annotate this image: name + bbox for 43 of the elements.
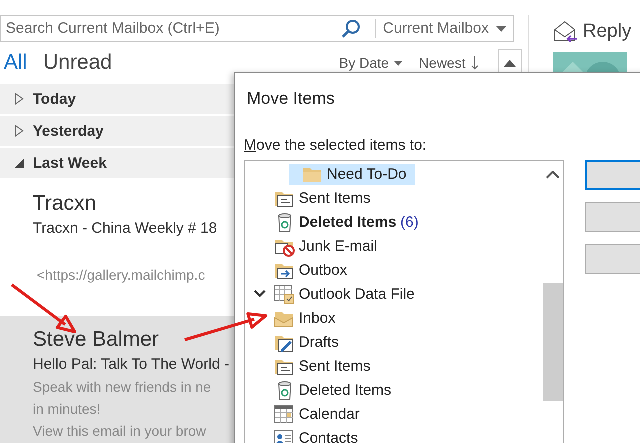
caret-down-icon[interactable] [394, 60, 404, 66]
folder-tree[interactable]: Need To-Do Sent Items Deleted Items (6) Junk E-mail Outbox Outlook Data File Inbox Drafts Sent Items Deleted Items Calendar Contacts [244, 160, 564, 443]
filter-tab[interactable]: All [4, 51, 28, 75]
folder-item[interactable]: Sent Items [261, 188, 379, 208]
folder-item[interactable]: Sent Items [261, 356, 379, 376]
folder-item[interactable]: Need To-Do [289, 164, 415, 184]
collapsed-triangle-icon[interactable] [14, 93, 25, 105]
search-icon[interactable] [341, 18, 362, 38]
filter-tab[interactable]: Unread [43, 51, 112, 75]
dialog-title: Move Items [246, 88, 336, 110]
message-preview: <https://gallery.mailchimp.c [36, 266, 206, 285]
unread-count: (6) [400, 214, 419, 230]
message-subject: Tracxn - China Weekly # 18 [33, 219, 218, 239]
scrollbar-thumb[interactable] [543, 283, 563, 401]
message-preview: Speak with new friends in ne [33, 378, 212, 397]
reply-envelope-icon[interactable] [553, 20, 579, 44]
search-field[interactable]: Search Current Mailbox (Ctrl+E) Current Mailbox [0, 15, 514, 42]
chevron-down-icon[interactable] [252, 289, 266, 299]
destination-label: Move the selected items to: [243, 136, 427, 156]
down-arrow-icon[interactable] [470, 56, 479, 70]
folder-item[interactable]: Inbox [261, 308, 344, 328]
folder-item[interactable]: Drafts [261, 332, 348, 352]
folder-item[interactable]: Outbox [261, 260, 356, 280]
folder-item[interactable]: Calendar [261, 404, 368, 424]
sort-dropdown[interactable]: By Date [339, 55, 404, 71]
message-preview: in minutes! [33, 400, 101, 419]
folder-item[interactable]: Deleted Items [261, 380, 400, 400]
caret-down-icon[interactable] [496, 26, 507, 32]
folder-item[interactable]: Contacts [261, 428, 366, 443]
message-sender: Steve Balmer [33, 327, 160, 353]
sort-order-button[interactable]: Newest [419, 55, 479, 71]
expanded-triangle-icon[interactable] [14, 157, 25, 169]
folder-item[interactable]: Junk E-mail [261, 236, 386, 256]
chevron-up-icon[interactable] [546, 171, 560, 179]
message-subject: Hello Pal: Talk To The World - [33, 355, 230, 375]
reply-button[interactable]: Reply [553, 20, 640, 44]
data-file-icon [274, 284, 295, 304]
message-sender: Tracxn [33, 191, 96, 217]
message-preview: View this email in your brow [33, 422, 206, 441]
folder-item[interactable]: Outlook Data File [261, 284, 423, 304]
triangle-up-icon[interactable] [504, 60, 516, 66]
collapsed-triangle-icon[interactable] [14, 125, 25, 137]
calendar-icon [274, 404, 295, 424]
